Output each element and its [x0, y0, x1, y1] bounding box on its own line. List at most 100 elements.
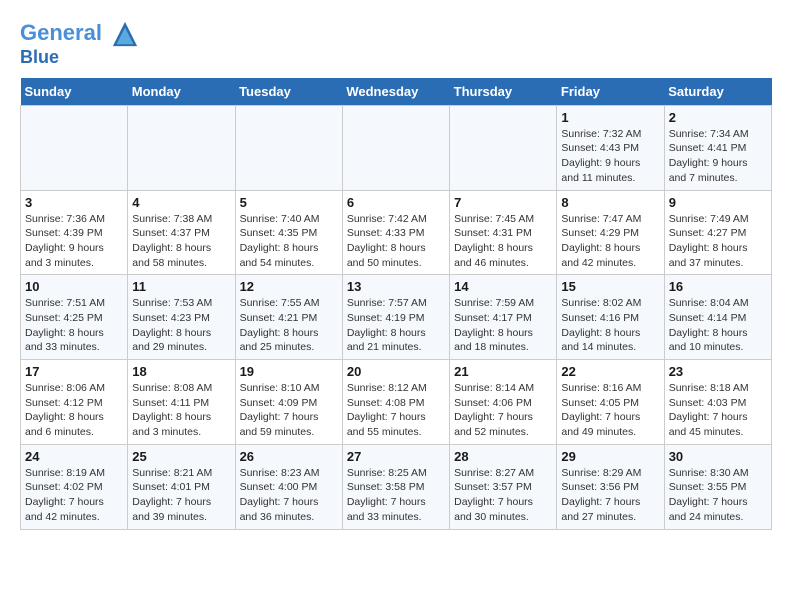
day-number: 25	[132, 449, 230, 464]
day-number: 3	[25, 195, 123, 210]
day-info: Sunrise: 8:16 AM Sunset: 4:05 PM Dayligh…	[561, 381, 659, 440]
day-number: 8	[561, 195, 659, 210]
calendar-cell: 20 Sunrise: 8:12 AM Sunset: 4:08 PM Dayli…	[342, 360, 449, 445]
day-info: Sunrise: 8:06 AM Sunset: 4:12 PM Dayligh…	[25, 381, 123, 440]
day-number: 7	[454, 195, 552, 210]
calendar-cell: 29 Sunrise: 8:29 AM Sunset: 3:56 PM Dayli…	[557, 444, 664, 529]
calendar-cell: 3 Sunrise: 7:36 AM Sunset: 4:39 PM Daylig…	[21, 190, 128, 275]
calendar-cell: 4 Sunrise: 7:38 AM Sunset: 4:37 PM Daylig…	[128, 190, 235, 275]
day-info: Sunrise: 8:30 AM Sunset: 3:55 PM Dayligh…	[669, 466, 767, 525]
weekday-header-thursday: Thursday	[450, 78, 557, 106]
calendar-cell: 6 Sunrise: 7:42 AM Sunset: 4:33 PM Daylig…	[342, 190, 449, 275]
day-number: 22	[561, 364, 659, 379]
calendar-cell: 10 Sunrise: 7:51 AM Sunset: 4:25 PM Dayli…	[21, 275, 128, 360]
weekday-header-tuesday: Tuesday	[235, 78, 342, 106]
calendar-cell: 18 Sunrise: 8:08 AM Sunset: 4:11 PM Dayli…	[128, 360, 235, 445]
day-number: 23	[669, 364, 767, 379]
day-number: 14	[454, 279, 552, 294]
weekday-header-saturday: Saturday	[664, 78, 771, 106]
calendar-cell	[21, 105, 128, 190]
calendar-cell: 27 Sunrise: 8:25 AM Sunset: 3:58 PM Dayli…	[342, 444, 449, 529]
calendar-cell: 21 Sunrise: 8:14 AM Sunset: 4:06 PM Dayli…	[450, 360, 557, 445]
day-info: Sunrise: 8:04 AM Sunset: 4:14 PM Dayligh…	[669, 296, 767, 355]
day-info: Sunrise: 8:14 AM Sunset: 4:06 PM Dayligh…	[454, 381, 552, 440]
day-info: Sunrise: 8:29 AM Sunset: 3:56 PM Dayligh…	[561, 466, 659, 525]
calendar-cell: 15 Sunrise: 8:02 AM Sunset: 4:16 PM Dayli…	[557, 275, 664, 360]
calendar-cell: 19Sunrise: 8:10 AM Sunset: 4:09 PM Dayli…	[235, 360, 342, 445]
day-info: Sunrise: 7:42 AM Sunset: 4:33 PM Dayligh…	[347, 212, 445, 271]
calendar-cell: 17 Sunrise: 8:06 AM Sunset: 4:12 PM Dayli…	[21, 360, 128, 445]
day-number: 30	[669, 449, 767, 464]
day-info: Sunrise: 8:25 AM Sunset: 3:58 PM Dayligh…	[347, 466, 445, 525]
logo: General Blue	[20, 20, 139, 68]
day-info: Sunrise: 8:12 AM Sunset: 4:08 PM Dayligh…	[347, 381, 445, 440]
day-info: Sunrise: 7:45 AM Sunset: 4:31 PM Dayligh…	[454, 212, 552, 271]
day-number: 24	[25, 449, 123, 464]
calendar-cell: 24 Sunrise: 8:19 AM Sunset: 4:02 PM Dayli…	[21, 444, 128, 529]
calendar-cell	[235, 105, 342, 190]
day-info: Sunrise: 8:21 AM Sunset: 4:01 PM Dayligh…	[132, 466, 230, 525]
day-info: Sunrise: 7:59 AM Sunset: 4:17 PM Dayligh…	[454, 296, 552, 355]
day-number: 10	[25, 279, 123, 294]
calendar-cell: 16Sunrise: 8:04 AM Sunset: 4:14 PM Dayli…	[664, 275, 771, 360]
page-header: General Blue	[20, 20, 772, 68]
day-info: Sunrise: 7:40 AM Sunset: 4:35 PM Dayligh…	[240, 212, 338, 271]
day-info: Sunrise: 8:27 AM Sunset: 3:57 PM Dayligh…	[454, 466, 552, 525]
calendar-cell: 13 Sunrise: 7:57 AM Sunset: 4:19 PM Dayli…	[342, 275, 449, 360]
day-number: 18	[132, 364, 230, 379]
weekday-header-sunday: Sunday	[21, 78, 128, 106]
calendar-cell: 28Sunrise: 8:27 AM Sunset: 3:57 PM Dayli…	[450, 444, 557, 529]
day-number: 4	[132, 195, 230, 210]
day-info: Sunrise: 7:57 AM Sunset: 4:19 PM Dayligh…	[347, 296, 445, 355]
calendar-cell	[342, 105, 449, 190]
day-number: 27	[347, 449, 445, 464]
day-number: 20	[347, 364, 445, 379]
calendar-cell: 9 Sunrise: 7:49 AM Sunset: 4:27 PM Daylig…	[664, 190, 771, 275]
calendar-cell: 7 Sunrise: 7:45 AM Sunset: 4:31 PM Daylig…	[450, 190, 557, 275]
day-info: Sunrise: 7:34 AM Sunset: 4:41 PM Dayligh…	[669, 127, 767, 186]
day-number: 1	[561, 110, 659, 125]
calendar-cell: 30 Sunrise: 8:30 AM Sunset: 3:55 PM Dayli…	[664, 444, 771, 529]
calendar-cell	[128, 105, 235, 190]
logo-blue: Blue	[20, 48, 139, 68]
calendar-cell: 11 Sunrise: 7:53 AM Sunset: 4:23 PM Dayli…	[128, 275, 235, 360]
day-info: Sunrise: 7:32 AM Sunset: 4:43 PM Dayligh…	[561, 127, 659, 186]
day-number: 17	[25, 364, 123, 379]
day-number: 26	[240, 449, 338, 464]
day-info: Sunrise: 8:02 AM Sunset: 4:16 PM Dayligh…	[561, 296, 659, 355]
calendar-cell: 12 Sunrise: 7:55 AM Sunset: 4:21 PM Dayli…	[235, 275, 342, 360]
day-info: Sunrise: 8:23 AM Sunset: 4:00 PM Dayligh…	[240, 466, 338, 525]
calendar-cell: 8Sunrise: 7:47 AM Sunset: 4:29 PM Daylig…	[557, 190, 664, 275]
calendar-cell: 1 Sunrise: 7:32 AM Sunset: 4:43 PM Daylig…	[557, 105, 664, 190]
day-number: 2	[669, 110, 767, 125]
day-info: Sunrise: 8:10 AM Sunset: 4:09 PM Dayligh…	[240, 381, 338, 440]
weekday-header-wednesday: Wednesday	[342, 78, 449, 106]
calendar-cell: 14 Sunrise: 7:59 AM Sunset: 4:17 PM Dayli…	[450, 275, 557, 360]
day-number: 21	[454, 364, 552, 379]
day-number: 11	[132, 279, 230, 294]
calendar-cell: 2 Sunrise: 7:34 AM Sunset: 4:41 PM Daylig…	[664, 105, 771, 190]
day-info: Sunrise: 8:19 AM Sunset: 4:02 PM Dayligh…	[25, 466, 123, 525]
logo-text: General	[20, 20, 139, 48]
calendar-cell: 23 Sunrise: 8:18 AM Sunset: 4:03 PM Dayli…	[664, 360, 771, 445]
calendar-table: SundayMondayTuesdayWednesdayThursdayFrid…	[20, 78, 772, 530]
calendar-cell: 5 Sunrise: 7:40 AM Sunset: 4:35 PM Daylig…	[235, 190, 342, 275]
day-info: Sunrise: 8:18 AM Sunset: 4:03 PM Dayligh…	[669, 381, 767, 440]
day-number: 5	[240, 195, 338, 210]
day-info: Sunrise: 7:36 AM Sunset: 4:39 PM Dayligh…	[25, 212, 123, 271]
day-number: 13	[347, 279, 445, 294]
day-number: 29	[561, 449, 659, 464]
day-number: 6	[347, 195, 445, 210]
day-info: Sunrise: 7:38 AM Sunset: 4:37 PM Dayligh…	[132, 212, 230, 271]
day-info: Sunrise: 7:53 AM Sunset: 4:23 PM Dayligh…	[132, 296, 230, 355]
weekday-header-monday: Monday	[128, 78, 235, 106]
day-number: 9	[669, 195, 767, 210]
day-info: Sunrise: 8:08 AM Sunset: 4:11 PM Dayligh…	[132, 381, 230, 440]
day-number: 12	[240, 279, 338, 294]
day-info: Sunrise: 7:55 AM Sunset: 4:21 PM Dayligh…	[240, 296, 338, 355]
calendar-cell: 26 Sunrise: 8:23 AM Sunset: 4:00 PM Dayli…	[235, 444, 342, 529]
day-info: Sunrise: 7:51 AM Sunset: 4:25 PM Dayligh…	[25, 296, 123, 355]
weekday-header-friday: Friday	[557, 78, 664, 106]
day-number: 15	[561, 279, 659, 294]
day-info: Sunrise: 7:49 AM Sunset: 4:27 PM Dayligh…	[669, 212, 767, 271]
